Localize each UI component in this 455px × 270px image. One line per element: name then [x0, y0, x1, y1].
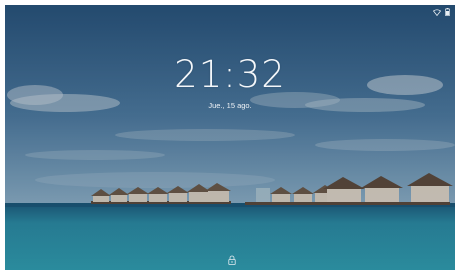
battery-icon [445, 8, 450, 16]
lock-icon[interactable] [228, 250, 236, 269]
lockscreen: 21:32 Jue., 15 ago. [5, 5, 455, 270]
clock-date: Jue., 15 ago. [208, 101, 252, 110]
wifi-icon [433, 8, 441, 16]
status-bar [433, 8, 450, 16]
clock-time: 21:32 [174, 53, 286, 96]
wallpaper-image [5, 5, 455, 270]
